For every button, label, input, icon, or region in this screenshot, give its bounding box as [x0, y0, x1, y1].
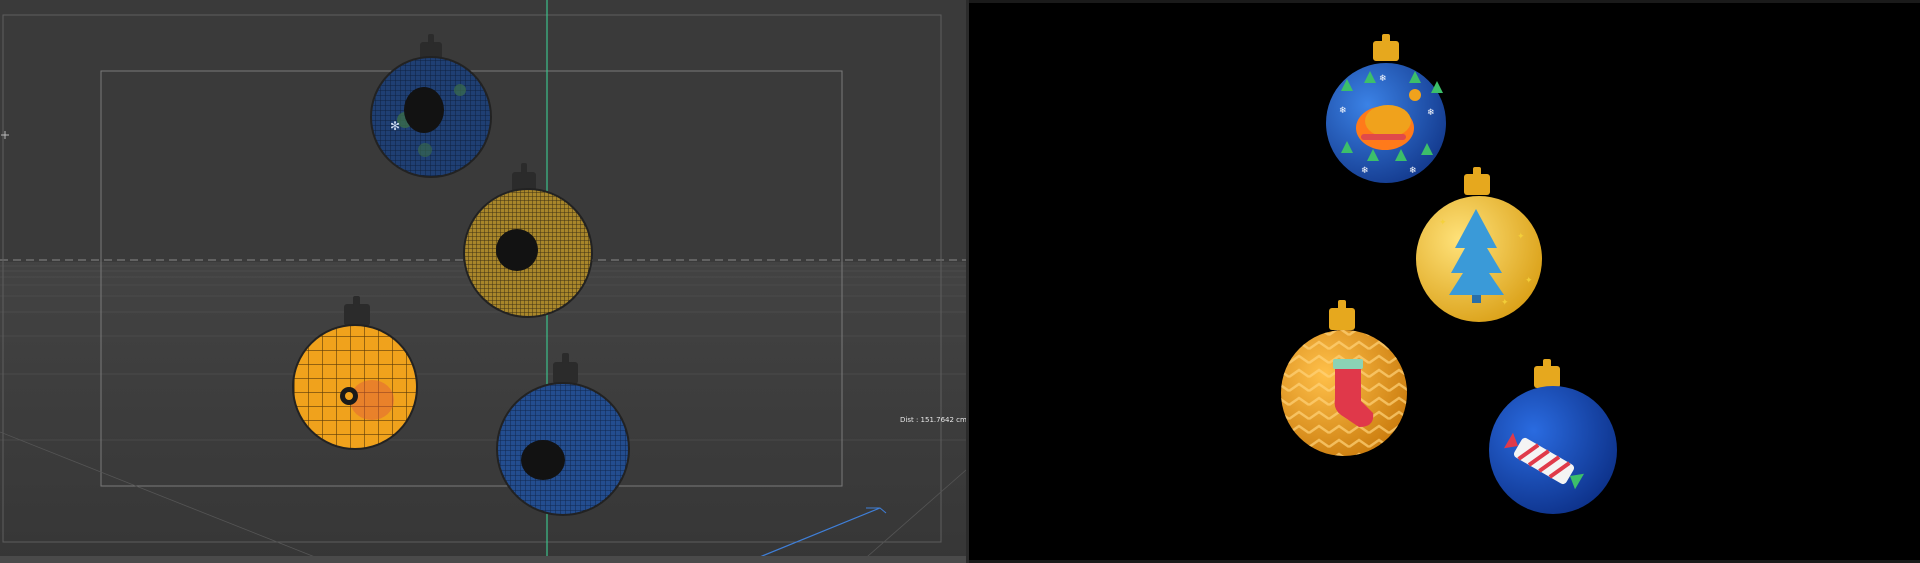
svg-text:✦: ✦: [1517, 232, 1525, 242]
app-window: ✻ Dist: 151.7642 cm ❄ ❄ ❄ ❄ ❄ ✦ ✦ ✦ ✦: [0, 0, 1920, 563]
ornament-candy: [1489, 359, 1617, 514]
svg-text:✦: ✦: [1501, 298, 1509, 308]
crosshair-cursor-icon: [1, 131, 9, 139]
svg-text:✻: ✻: [390, 119, 400, 133]
svg-text:✦: ✦: [1439, 218, 1447, 228]
viewport-canvas[interactable]: ✻: [0, 0, 966, 563]
floor-plane: [0, 262, 966, 563]
wireframe-ornament-gold-middle[interactable]: [463, 163, 593, 318]
svg-text:❄: ❄: [1409, 166, 1417, 176]
svg-text:❄: ❄: [1427, 108, 1435, 118]
ornament-stocking: [1281, 300, 1407, 456]
render-preview: ❄ ❄ ❄ ❄ ❄ ✦ ✦ ✦ ✦: [969, 3, 1920, 560]
3d-viewport[interactable]: ✻ Dist: 151.7642 cm: [0, 0, 966, 563]
svg-text:❄: ❄: [1379, 74, 1387, 84]
viewport-bottom-bar: [0, 556, 966, 563]
svg-text:❄: ❄: [1339, 106, 1347, 116]
ornament-turkey: ❄ ❄ ❄ ❄ ❄: [1326, 34, 1446, 183]
ornament-christmas-tree: ✦ ✦ ✦ ✦: [1416, 167, 1542, 322]
svg-text:❄: ❄: [1361, 166, 1369, 176]
render-canvas: ❄ ❄ ❄ ❄ ❄ ✦ ✦ ✦ ✦: [1281, 34, 1617, 514]
wireframe-ornament-blue-top[interactable]: ✻: [370, 34, 492, 178]
svg-text:✦: ✦: [1525, 276, 1533, 286]
distance-readout: Dist : 151.7642 cm: [900, 416, 966, 424]
